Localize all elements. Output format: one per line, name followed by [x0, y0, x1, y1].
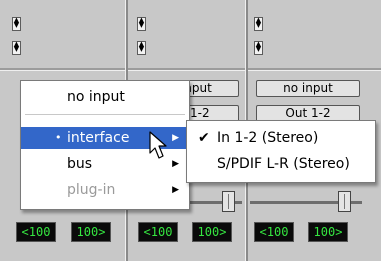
pan-left-display[interactable]: <100 [16, 222, 56, 242]
scroll-arrows-icon[interactable]: ▲ ▼ [137, 17, 146, 31]
pan-right-display[interactable]: 100> [71, 222, 111, 242]
mouse-pointer-icon [149, 131, 167, 159]
pan-right-display[interactable]: 100> [308, 222, 348, 242]
menu-item-label: plug-in [67, 182, 116, 198]
volume-fader-handle[interactable] [338, 191, 351, 212]
submenu-item-spdif[interactable]: S/PDIF L-R (Stereo) [187, 153, 375, 175]
submenu-arrow-icon: ▶ [172, 185, 179, 195]
input-selector-button[interactable]: no input [256, 80, 360, 97]
scroll-arrows-icon[interactable]: ▲ ▼ [137, 41, 146, 55]
menu-item-plug-in: plug-in ▶ [21, 179, 189, 201]
scroll-arrows-icon[interactable]: ▲ ▼ [12, 17, 21, 31]
interface-submenu: ✔ In 1-2 (Stereo) S/PDIF L-R (Stereo) [186, 120, 376, 183]
pan-left-display[interactable]: <100 [254, 222, 294, 242]
scroll-arrows-icon[interactable]: ▲ ▼ [12, 41, 21, 55]
submenu-item-in-1-2[interactable]: ✔ In 1-2 (Stereo) [187, 127, 375, 149]
selected-bullet-icon: • [55, 131, 62, 144]
pan-right-display[interactable]: 100> [192, 222, 232, 242]
pan-left-display[interactable]: <100 [138, 222, 178, 242]
menu-separator [25, 114, 185, 115]
scroll-arrows-icon[interactable]: ▲ ▼ [254, 41, 263, 55]
menu-item-label: bus [67, 156, 93, 172]
menu-item-label: no input [67, 89, 125, 105]
submenu-arrow-icon: ▶ [172, 133, 179, 143]
menu-item-no-input[interactable]: no input [21, 86, 189, 108]
section-divider [128, 68, 245, 71]
submenu-item-label: S/PDIF L-R (Stereo) [217, 156, 350, 172]
section-divider [0, 68, 125, 71]
checkmark-icon: ✔ [198, 130, 210, 146]
menu-item-label: interface [67, 130, 130, 146]
section-divider [248, 68, 381, 71]
scroll-arrows-icon[interactable]: ▲ ▼ [254, 17, 263, 31]
submenu-arrow-icon: ▶ [172, 159, 179, 169]
submenu-item-label: In 1-2 (Stereo) [217, 130, 319, 146]
volume-fader-handle[interactable] [222, 191, 235, 212]
